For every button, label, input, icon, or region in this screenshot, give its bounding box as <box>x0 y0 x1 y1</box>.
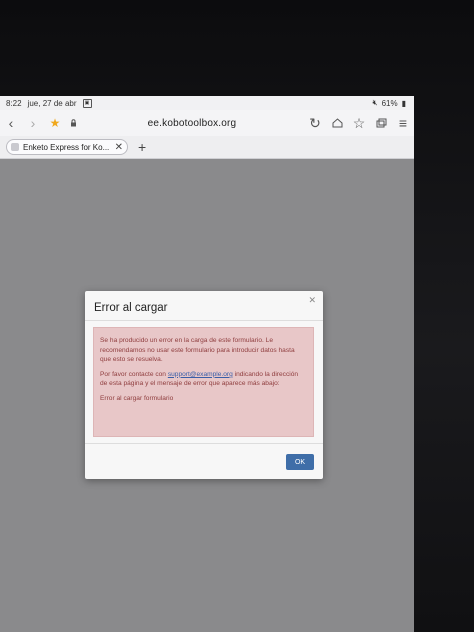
error-message-2: Por favor contacte con support@example.o… <box>100 370 307 389</box>
ok-button[interactable]: OK <box>286 454 314 470</box>
dialog-close-icon[interactable]: ✕ <box>308 295 316 306</box>
status-date: jue, 27 de abr <box>27 98 77 108</box>
dialog-footer-divider <box>85 443 323 444</box>
tab-enketo[interactable]: Enketo Express for Ko... ✕ <box>6 139 128 155</box>
lock-icon <box>66 119 80 127</box>
error-dialog: ✕ Error al cargar Se ha producido un err… <box>85 291 323 479</box>
error-message-2-prefix: Por favor contacte con <box>100 370 168 378</box>
support-email-link[interactable]: support@example.org <box>168 371 233 378</box>
page-content: ✕ Error al cargar Se ha producido un err… <box>0 159 414 632</box>
battery-icon: ▮ <box>401 98 406 108</box>
tab-close-icon[interactable]: ✕ <box>115 142 123 153</box>
status-time: 8:22 <box>6 98 22 108</box>
notification-icon: ▣ <box>82 98 92 108</box>
battery-level: 61% <box>381 98 398 108</box>
dialog-header-divider <box>85 320 323 321</box>
mute-icon: 🔇︎ <box>372 98 378 107</box>
forward-button[interactable]: › <box>22 112 44 134</box>
tab-favicon-icon <box>11 143 19 151</box>
bookmark-star-icon[interactable]: ★ <box>44 112 66 134</box>
new-tab-button[interactable]: + <box>138 139 146 155</box>
error-alert: Se ha producido un error en la carga de … <box>93 327 314 437</box>
error-detail: Error al cargar formulario <box>100 394 174 402</box>
status-right: 🔇︎ 61% ▮ <box>373 98 406 108</box>
bookmarks-icon[interactable]: ☆ <box>348 112 370 134</box>
tab-title: Enketo Express for Ko... <box>23 142 110 152</box>
menu-icon[interactable]: ≡ <box>392 112 414 134</box>
back-button[interactable]: ‹ <box>0 112 22 134</box>
address-bar[interactable]: ee.kobotoolbox.org <box>80 118 304 129</box>
tabs-icon[interactable] <box>370 112 392 134</box>
error-message-1: Se ha producido un error en la carga de … <box>100 337 295 364</box>
browser-toolbar: ‹ › ★ ee.kobotoolbox.org ↻ ☆ ≡ <box>0 110 414 136</box>
reload-icon[interactable]: ↻ <box>304 112 326 134</box>
status-bar: 8:22 jue, 27 de abr ▣ 🔇︎ 61% ▮ <box>0 96 414 110</box>
tab-strip: Enketo Express for Ko... ✕ + <box>0 136 414 159</box>
home-icon[interactable] <box>326 112 348 134</box>
dialog-title: Error al cargar <box>94 302 168 314</box>
tablet-screen: 8:22 jue, 27 de abr ▣ 🔇︎ 61% ▮ ‹ › ★ ee.… <box>0 96 414 632</box>
